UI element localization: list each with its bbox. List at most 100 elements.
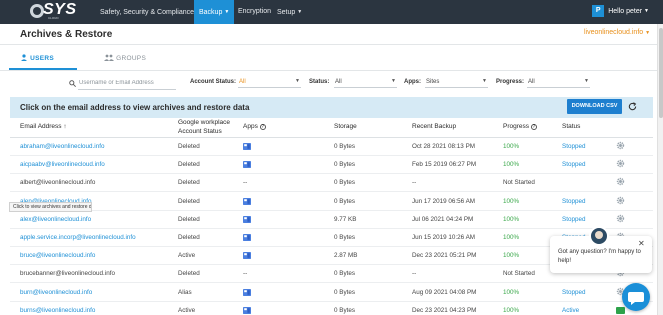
row-apps: -- xyxy=(243,270,248,278)
google-sites-icon xyxy=(243,306,251,314)
user-menu[interactable]: P Hello peter ▼ xyxy=(592,5,649,17)
row-status: Stopped xyxy=(562,161,586,169)
col-header-progress: Progress ? xyxy=(503,123,537,130)
row-storage: 0 Bytes xyxy=(334,143,355,150)
progress-select[interactable]: All ▼ xyxy=(527,76,590,88)
row-email: albert@liveonlinecloud.info xyxy=(20,179,96,187)
gear-icon[interactable] xyxy=(616,177,625,186)
row-email[interactable]: aicpaabv@liveonlinecloud.info xyxy=(20,161,105,168)
chat-agent-avatar xyxy=(589,226,609,246)
row-status: Stopped xyxy=(562,215,586,223)
tabs-divider xyxy=(0,70,657,71)
row-progress: 100% xyxy=(503,234,520,241)
tab-groups[interactable]: GROUPS xyxy=(104,54,146,62)
col-header-email[interactable]: Email Address ↑ xyxy=(20,123,67,130)
apps-label: Apps: xyxy=(404,79,421,85)
row-recent-backup: Jun 15 2019 10:26 AM xyxy=(412,234,476,241)
table-row: alen@liveonlinecloud.infoDeleted0 BytesJ… xyxy=(10,193,653,211)
row-storage: 9.77 KB xyxy=(334,215,357,223)
sort-arrow-up-icon: ↑ xyxy=(63,123,67,130)
gear-icon[interactable] xyxy=(616,141,625,150)
row-progress: 100% xyxy=(503,306,520,314)
chevron-down-icon: ▼ xyxy=(645,30,651,36)
table-row: albert@liveonlinecloud.info Deleted -- 0 By… xyxy=(10,174,653,193)
row-recent-backup: Aug 09 2021 04:08 PM xyxy=(412,288,477,296)
row-progress: 100% xyxy=(503,143,520,150)
apps-select[interactable]: Sites ▼ xyxy=(425,76,488,88)
row-progress: 100% xyxy=(503,215,520,223)
tab-users[interactable]: USERS xyxy=(20,54,54,62)
row-storage: 0 Bytes xyxy=(334,288,355,296)
gear-icon[interactable] xyxy=(616,214,625,223)
domain-select[interactable]: liveonlinecloud.info ▼ xyxy=(584,29,650,36)
progress-label: Progress: xyxy=(496,79,525,85)
table-row: alex@liveonlinecloud.info Deleted 9.77 KB J… xyxy=(10,211,653,229)
row-email[interactable]: bruce@liveonlinecloud.info xyxy=(20,252,95,259)
row-recent-backup: Jul 06 2021 04:24 PM xyxy=(412,215,474,223)
search-input[interactable] xyxy=(78,77,176,90)
row-status: Stopped xyxy=(562,143,586,150)
close-icon[interactable]: ✕ xyxy=(638,239,645,248)
row-storage: 0 Bytes xyxy=(334,179,355,187)
status-select[interactable]: All ▼ xyxy=(334,76,397,88)
row-account-status: Deleted xyxy=(178,179,200,187)
table-row: abraham@liveonlinecloud.info Deleted 0 Byt… xyxy=(10,138,653,156)
nav-encryption[interactable]: Encryption xyxy=(238,0,271,24)
row-account-status: Alias xyxy=(178,288,192,296)
chevron-down-icon: ▼ xyxy=(297,9,303,15)
row-email[interactable]: burns@liveonlinecloud.info xyxy=(20,307,95,314)
row-storage: 0 Bytes xyxy=(334,161,355,169)
help-icon[interactable]: ? xyxy=(530,124,537,130)
row-account-status: Deleted xyxy=(178,143,200,150)
download-csv-button[interactable]: DOWNLOAD CSV xyxy=(567,99,622,114)
row-account-status: Deleted xyxy=(178,234,200,241)
row-account-status: Deleted xyxy=(178,215,200,223)
row-email[interactable]: abraham@liveonlinecloud.info xyxy=(20,143,104,150)
row-account-status: Deleted xyxy=(178,161,200,169)
row-account-status: Deleted xyxy=(178,270,200,278)
info-bar: Click on the email address to view archi… xyxy=(10,97,653,118)
row-email[interactable]: alex@liveonlinecloud.info xyxy=(20,216,91,223)
nav-backup[interactable]: Backup ▼ xyxy=(194,0,235,24)
row-email[interactable]: apple.service.incorp@liveonlinecloud.inf… xyxy=(20,234,136,241)
row-progress: 100% xyxy=(503,197,520,205)
info-text: Click on the email address to view archi… xyxy=(20,103,250,112)
chat-message: Got any question? I'm happy to help! xyxy=(558,249,641,264)
row-storage: 0 Bytes xyxy=(334,234,355,241)
chat-launcher-button[interactable] xyxy=(622,283,650,311)
row-status: Stopped xyxy=(562,288,586,296)
chevron-down-icon: ▼ xyxy=(224,9,230,15)
row-email[interactable]: burn@liveonlinecloud.info xyxy=(20,289,92,296)
user-avatar: P xyxy=(592,5,605,17)
google-sites-icon xyxy=(243,161,251,169)
google-sites-icon xyxy=(243,215,251,223)
google-sites-icon xyxy=(243,143,251,150)
table-row: burns@liveonlinecloud.info Active 0 Bytes D… xyxy=(10,302,653,315)
row-storage: 0 Bytes xyxy=(334,197,355,205)
email-tooltip: Click to view archives and restore data xyxy=(9,202,92,212)
row-apps: -- xyxy=(243,179,248,187)
google-sites-icon xyxy=(243,288,251,296)
search-icon xyxy=(69,80,76,87)
row-email: brucebanner@liveonlinecloud.info xyxy=(20,270,115,278)
row-progress: 100% xyxy=(503,161,520,169)
refresh-icon[interactable] xyxy=(628,102,637,111)
page-scrollbar[interactable] xyxy=(657,24,663,315)
nav-safety-security-compliance[interactable]: Safety, Security & Compliance▼ xyxy=(100,0,201,24)
account-status-select[interactable]: All ▼ xyxy=(238,76,301,88)
chevron-down-icon: ▼ xyxy=(584,78,589,84)
scrollbar-thumb[interactable] xyxy=(659,28,663,118)
row-recent-backup: -- xyxy=(412,179,417,187)
chevron-down-icon: ▼ xyxy=(391,78,396,84)
row-recent-backup: Dec 23 2021 04:23 PM xyxy=(412,306,477,314)
row-recent-backup: Dec 23 2021 05:21 PM xyxy=(412,252,477,260)
col-header-workplace-status: Google workplace Account Status xyxy=(178,119,231,135)
help-icon[interactable]: ? xyxy=(259,124,266,130)
gear-icon[interactable] xyxy=(616,159,625,168)
row-recent-backup: Oct 28 2021 08:13 PM xyxy=(412,143,476,150)
nav-setup[interactable]: Setup ▼ xyxy=(277,0,302,24)
row-status: Active xyxy=(562,306,580,314)
gear-icon[interactable] xyxy=(616,196,625,205)
row-account-status: Deleted xyxy=(178,197,200,205)
col-header-status: Status xyxy=(562,123,581,130)
